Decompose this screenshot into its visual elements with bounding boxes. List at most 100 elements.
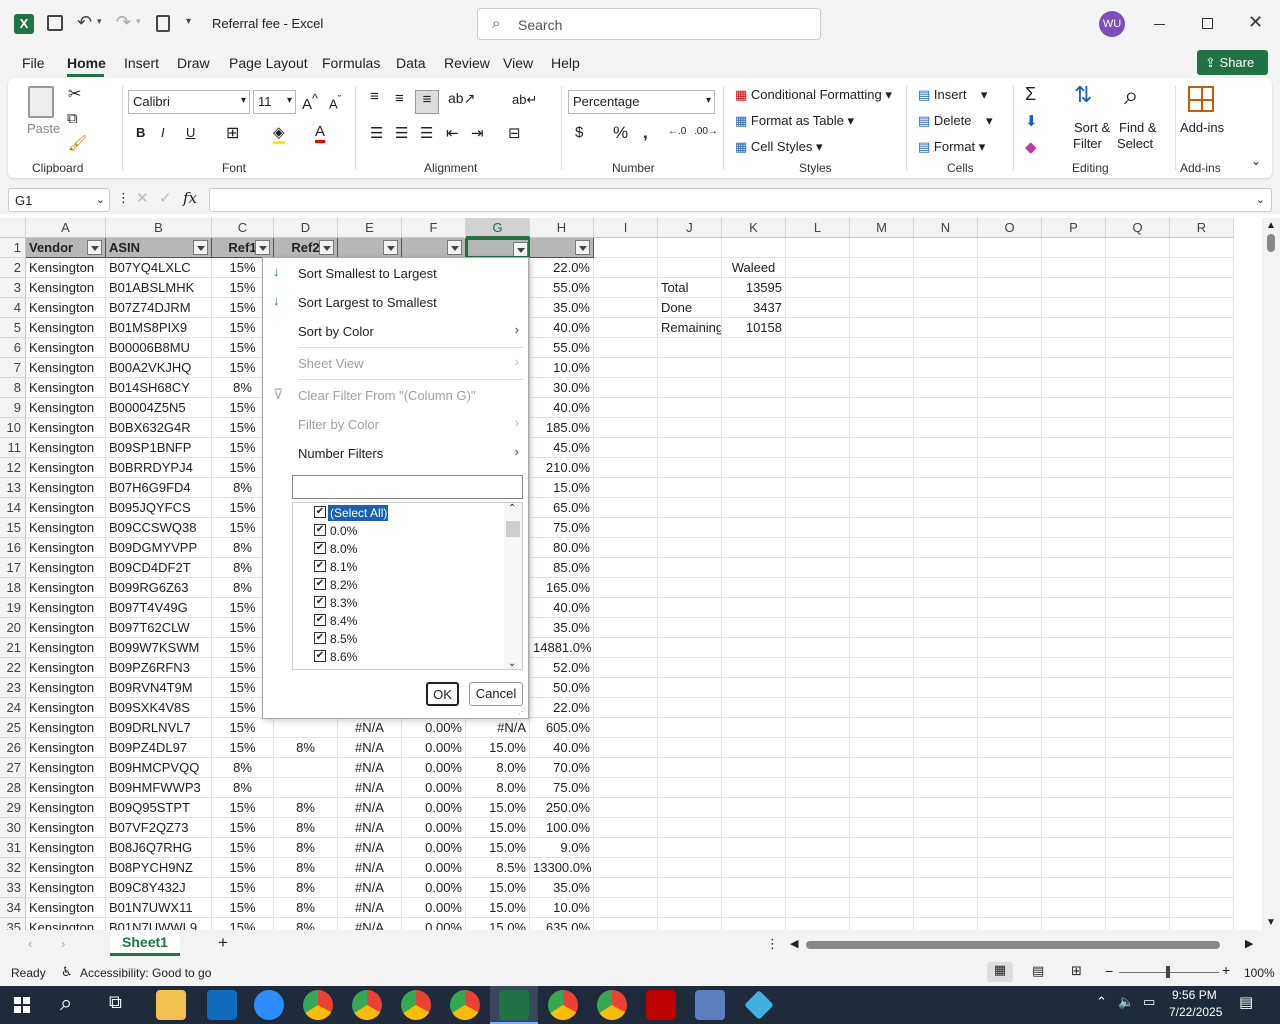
empty-cell[interactable] [786, 778, 850, 798]
empty-cell[interactable] [594, 478, 658, 498]
align-top-icon[interactable]: ≡ [370, 88, 379, 105]
empty-cell[interactable] [722, 538, 786, 558]
empty-cell[interactable] [786, 518, 850, 538]
table-cell[interactable]: #N/A [338, 878, 402, 898]
table-cell[interactable]: #N/A [338, 818, 402, 838]
empty-cell[interactable] [786, 558, 850, 578]
table-cell[interactable]: 250.0% [530, 798, 594, 818]
empty-cell[interactable] [914, 758, 978, 778]
empty-cell[interactable] [914, 298, 978, 318]
table-cell[interactable]: 15% [212, 738, 274, 758]
empty-cell[interactable] [658, 338, 722, 358]
empty-cell[interactable] [786, 398, 850, 418]
column-header[interactable]: E [338, 218, 402, 238]
table-cell[interactable]: 35.0% [530, 298, 594, 318]
table-cell[interactable]: 15% [212, 918, 274, 930]
empty-cell[interactable] [978, 498, 1042, 518]
empty-cell[interactable] [1106, 698, 1170, 718]
table-cell[interactable]: 0.00% [402, 918, 466, 930]
empty-cell[interactable] [594, 838, 658, 858]
tab-draw[interactable]: Draw [177, 55, 210, 71]
table-cell[interactable]: 8% [274, 818, 338, 838]
empty-cell[interactable] [658, 738, 722, 758]
empty-cell[interactable] [978, 678, 1042, 698]
column-header[interactable]: L [786, 218, 850, 238]
empty-cell[interactable] [658, 718, 722, 738]
table-cell[interactable]: 0.00% [402, 778, 466, 798]
tray-chevron-icon[interactable]: ⌃ [1096, 994, 1107, 1010]
filter-dropdown-button[interactable] [87, 240, 102, 255]
redo-dropdown-icon[interactable]: ▾ [136, 16, 141, 27]
empty-cell[interactable] [914, 818, 978, 838]
empty-cell[interactable] [722, 378, 786, 398]
empty-cell[interactable] [1042, 758, 1106, 778]
table-cell[interactable]: B00006B8MU [106, 338, 212, 358]
empty-cell[interactable] [1042, 278, 1106, 298]
table-cell[interactable]: 52.0% [530, 658, 594, 678]
empty-cell[interactable] [1042, 798, 1106, 818]
empty-cell[interactable] [1106, 878, 1170, 898]
empty-cell[interactable] [914, 678, 978, 698]
table-cell[interactable]: 0.00% [402, 878, 466, 898]
row-header[interactable]: 31 [0, 838, 26, 858]
header-cell[interactable]: Ref1 [212, 238, 274, 258]
empty-cell[interactable] [594, 278, 658, 298]
filter-value-item[interactable]: ✔ 8.4% [293, 614, 493, 632]
empty-cell[interactable] [1106, 678, 1170, 698]
table-cell[interactable]: #N/A [338, 898, 402, 918]
empty-cell[interactable] [978, 318, 1042, 338]
filter-value-item[interactable]: ✔ 8.2% [293, 578, 493, 596]
empty-cell[interactable] [1042, 418, 1106, 438]
empty-cell[interactable] [786, 498, 850, 518]
conditional-formatting-button[interactable]: ▦ Conditional Formatting ▾ [735, 87, 892, 103]
row-header[interactable]: 2 [0, 258, 26, 278]
table-cell[interactable]: Kensington [26, 898, 106, 918]
empty-cell[interactable] [1106, 798, 1170, 818]
row-header[interactable]: 34 [0, 898, 26, 918]
empty-cell[interactable] [850, 698, 914, 718]
checkbox-checked-icon[interactable]: ✔ [314, 614, 326, 626]
table-cell[interactable]: 8% [212, 758, 274, 778]
collapse-ribbon-icon[interactable]: ⌄ [1251, 154, 1261, 168]
empty-cell[interactable] [1170, 718, 1234, 738]
empty-cell[interactable] [1170, 538, 1234, 558]
italic-icon[interactable]: I [161, 125, 165, 140]
empty-cell[interactable] [850, 518, 914, 538]
empty-cell[interactable] [914, 258, 978, 278]
table-cell[interactable]: 15.0% [466, 918, 530, 930]
calculator-icon[interactable] [156, 15, 170, 32]
table-cell[interactable]: 0.00% [402, 738, 466, 758]
table-cell[interactable]: Kensington [26, 798, 106, 818]
empty-cell[interactable] [978, 558, 1042, 578]
table-cell[interactable]: 8% [274, 878, 338, 898]
fill-color-icon[interactable]: ◈ [273, 123, 285, 144]
empty-cell[interactable] [658, 518, 722, 538]
table-cell[interactable]: #N/A [338, 838, 402, 858]
table-cell[interactable]: Kensington [26, 598, 106, 618]
table-cell[interactable]: #N/A [338, 858, 402, 878]
table-cell[interactable]: 15% [212, 818, 274, 838]
row-header[interactable]: 25 [0, 718, 26, 738]
empty-cell[interactable] [786, 578, 850, 598]
empty-cell[interactable] [978, 538, 1042, 558]
redo-icon[interactable]: ↷ [116, 12, 131, 33]
empty-cell[interactable] [594, 558, 658, 578]
table-cell[interactable]: 0.00% [402, 858, 466, 878]
file-explorer-icon[interactable] [156, 990, 186, 1020]
table-cell[interactable]: 65.0% [530, 498, 594, 518]
filter-value-item[interactable]: ✔ 8.1% [293, 560, 493, 578]
empty-cell[interactable] [594, 498, 658, 518]
empty-cell[interactable] [914, 658, 978, 678]
find-select-icon[interactable]: ⌕ [1124, 80, 1139, 112]
table-cell[interactable]: Kensington [26, 718, 106, 738]
empty-cell[interactable] [914, 718, 978, 738]
table-cell[interactable]: 40.0% [530, 318, 594, 338]
column-header[interactable]: B [106, 218, 212, 238]
empty-cell[interactable] [978, 238, 1042, 258]
table-cell[interactable]: 14881.0% [530, 638, 594, 658]
empty-cell[interactable] [914, 518, 978, 538]
empty-cell[interactable] [914, 418, 978, 438]
empty-cell[interactable] [594, 678, 658, 698]
table-cell[interactable]: 75.0% [530, 518, 594, 538]
empty-cell[interactable] [1106, 378, 1170, 398]
